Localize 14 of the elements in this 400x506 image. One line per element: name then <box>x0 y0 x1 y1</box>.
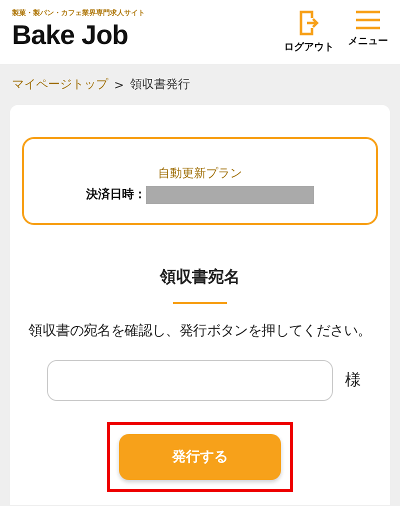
menu-button[interactable]: メニュー <box>348 8 388 48</box>
menu-icon <box>356 10 380 30</box>
payment-date-label: 決済日時： <box>86 186 146 203</box>
breadcrumb-current: 領収書発行 <box>130 76 190 93</box>
logout-button[interactable]: ログアウト <box>284 8 334 54</box>
logout-icon <box>299 10 319 36</box>
breadcrumb-link[interactable]: マイページトップ <box>12 76 108 93</box>
addressee-field[interactable] <box>47 360 333 401</box>
plan-name: 自動更新プラン <box>158 164 242 182</box>
site-logo[interactable]: Bake Job <box>12 22 145 49</box>
honorific-suffix: 様 <box>345 370 361 391</box>
breadcrumb-separator: > <box>114 78 124 92</box>
instruction-text: 領収書の宛名を確認し、発行ボタンを押してください。 <box>28 322 372 340</box>
section-heading: 領収書宛名 <box>160 267 240 288</box>
